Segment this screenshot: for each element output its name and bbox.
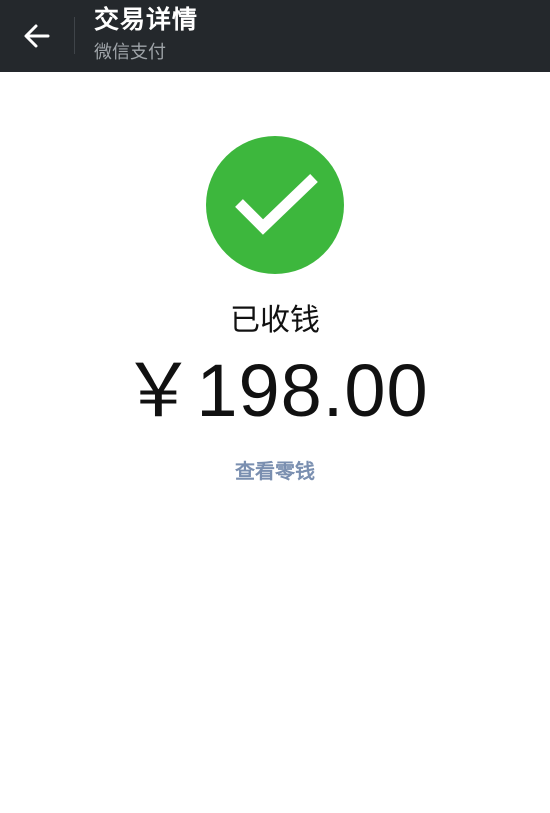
- arrow-left-icon: [23, 22, 51, 50]
- checkmark-icon: [206, 136, 344, 274]
- payment-amount: ￥198.00: [121, 349, 429, 432]
- payment-status-text: 已收钱: [230, 303, 320, 338]
- page-subtitle: 微信支付: [94, 42, 166, 63]
- page-title: 交易详情: [94, 5, 199, 34]
- view-change-link[interactable]: 查看零钱: [235, 459, 315, 483]
- transaction-detail-page: 交易详情 微信支付 已收钱 ￥198.00 查看零钱: [0, 0, 550, 813]
- back-button[interactable]: [0, 0, 74, 72]
- success-status-badge: [206, 136, 344, 274]
- view-change-link-container: 查看零钱: [0, 456, 550, 486]
- header-divider: [74, 17, 75, 54]
- header-bar: 交易详情 微信支付: [0, 0, 550, 72]
